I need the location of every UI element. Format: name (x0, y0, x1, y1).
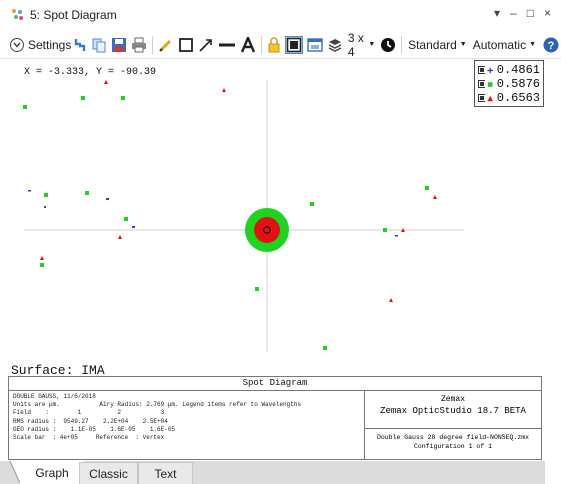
info-panel: Spot Diagram DOUBLE GAUSS, 11/6/2018 Uni… (8, 376, 542, 460)
window-tile-icon[interactable] (307, 36, 323, 54)
summary-line: DOUBLE GAUSS, 11/6/2018 (13, 393, 96, 400)
spot-green (81, 96, 85, 100)
spot-green (44, 193, 48, 197)
rectangle-icon[interactable] (178, 36, 194, 54)
tab-text[interactable]: Text (138, 462, 193, 484)
wavelength-legend: 0.4861 0.5876 0.6563 (474, 60, 544, 107)
spot-red (118, 235, 122, 239)
company-name: Zemax (440, 395, 465, 404)
spot-red (389, 298, 393, 302)
summary-line: Field : 1 2 3 (13, 409, 165, 417)
settings-label: Settings (28, 37, 72, 52)
spot-blue (44, 206, 46, 208)
automatic-dropdown-label: Automatic (472, 37, 527, 52)
pencil-icon[interactable] (158, 36, 174, 54)
summary-line: GEO radius : 1.1E-05 1.6E-05 1.6E-05 (13, 425, 176, 433)
window-menu-icon[interactable]: ▾ (494, 6, 500, 20)
square-marker-icon (488, 81, 493, 87)
legend-toggle-icon[interactable] (478, 94, 486, 102)
copy-icon[interactable] (91, 36, 107, 54)
scatter-points (23, 80, 437, 350)
maximize-icon[interactable]: □ (527, 6, 534, 20)
caret-down-icon: ▼ (459, 41, 467, 48)
spot-blue (132, 226, 135, 228)
plus-marker-icon (487, 67, 494, 73)
spot-green (310, 202, 314, 206)
legend-item: 0.5876 (478, 77, 540, 91)
layout-dropdown[interactable]: 3 x 4 ▼ (348, 31, 375, 59)
caret-down-icon: ▼ (529, 41, 537, 48)
spot-diagram-canvas (23, 80, 464, 352)
spot-green (124, 217, 128, 221)
summary-line: Units are µm. Airy Radius: 2.769 µm. Leg… (13, 401, 302, 409)
coordinate-readout: X = -3.333, Y = -90.39 (24, 67, 157, 78)
spot-green (383, 228, 387, 232)
timer-icon[interactable] (380, 36, 396, 54)
legend-label: 0.5876 (496, 77, 540, 91)
summary-line: Scale bar : 4e+05 Reference : Vertex (13, 434, 165, 442)
layers-icon[interactable] (327, 36, 343, 54)
spot-red (40, 256, 44, 260)
standard-dropdown-label: Standard (408, 37, 457, 52)
caret-down-icon: ▼ (368, 41, 376, 48)
spot-red (104, 80, 108, 84)
toolbar-divider (401, 35, 403, 54)
spot-green (425, 186, 429, 190)
triangle-marker-icon (487, 95, 494, 101)
right-margin (545, 60, 561, 484)
app-icon (12, 9, 24, 21)
chevron-down-icon (10, 37, 24, 52)
spot-green (85, 191, 89, 195)
svg-text:?: ? (548, 40, 555, 52)
settings-button[interactable]: Settings (10, 34, 71, 56)
info-panel-title: Spot Diagram (9, 377, 541, 391)
spot-green (40, 263, 44, 267)
spot-blue (106, 198, 109, 200)
spot-blue (28, 190, 31, 192)
file-name: Double Gauss 28 degree field-NONSEQ.zmx (376, 434, 530, 441)
configuration-label: Configuration 1 of 1 (413, 443, 492, 450)
spot-green (323, 346, 327, 350)
tab-classic[interactable]: Classic (79, 462, 138, 484)
legend-item: 0.4861 (478, 63, 540, 77)
spot-diagram-plot[interactable]: X = -3.333, Y = -90.39 0.4861 0.5876 0.6… (8, 60, 544, 376)
title-bar: 5: Spot Diagram ▾ – □ × (0, 0, 561, 30)
spot-blue (395, 235, 398, 237)
toolbar-divider (261, 35, 262, 54)
legend-label: 0.4861 (496, 63, 540, 77)
legend-toggle-icon[interactable] (478, 80, 486, 88)
standard-dropdown[interactable]: Standard ▼ (408, 38, 467, 52)
lock-icon[interactable] (267, 36, 281, 54)
toolbar: Settings 3 x 4 ▼ Standard ▼ Automatic ▼ … (0, 31, 561, 59)
legend-label: 0.6563 (496, 91, 540, 105)
center-spot-red (254, 217, 280, 243)
product-info: Zemax Zemax OpticStudio 18.7 BETA Double… (364, 391, 541, 459)
arrow-icon[interactable] (198, 36, 214, 54)
print-icon[interactable] (131, 36, 147, 54)
tab-graph[interactable]: Graph (20, 462, 84, 484)
spot-green (23, 105, 27, 109)
legend-toggle-icon[interactable] (478, 66, 486, 74)
window-title: 5: Spot Diagram (30, 8, 117, 22)
text-annotation-icon[interactable] (240, 36, 256, 54)
spot-green (121, 96, 125, 100)
line-icon[interactable] (218, 36, 236, 54)
toolbar-divider (152, 35, 154, 54)
window-layout-icon[interactable] (284, 35, 303, 54)
spot-red (433, 195, 437, 199)
spot-red (222, 88, 226, 92)
layout-dropdown-label: 3 x 4 (347, 30, 364, 59)
save-icon[interactable] (111, 36, 127, 54)
help-icon[interactable]: ? (543, 36, 559, 54)
automatic-dropdown[interactable]: Automatic ▼ (473, 38, 536, 52)
close-icon[interactable]: × (544, 6, 551, 20)
summary-line: RMS radius : 9549.27 2.2E+04 2.5E+04 (13, 417, 168, 425)
minimize-icon[interactable]: – (510, 6, 517, 20)
view-tabs: Graph Classic Text (0, 461, 545, 484)
refresh-icon[interactable] (73, 36, 87, 54)
analysis-summary: DOUBLE GAUSS, 11/6/2018 Units are µm. Ai… (9, 391, 364, 459)
product-name: Zemax OpticStudio 18.7 BETA (380, 406, 526, 416)
spot-green (255, 287, 259, 291)
legend-item: 0.6563 (478, 91, 540, 105)
